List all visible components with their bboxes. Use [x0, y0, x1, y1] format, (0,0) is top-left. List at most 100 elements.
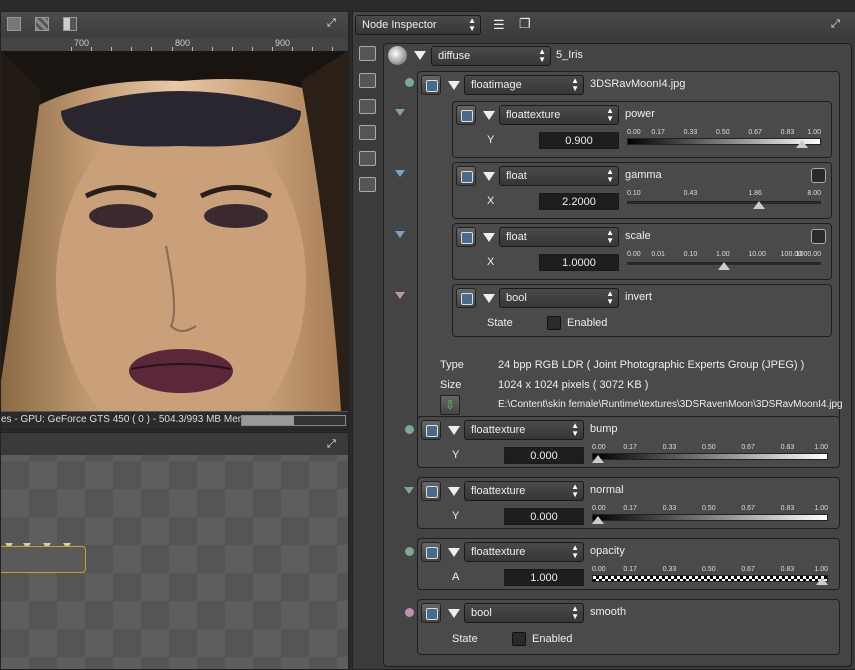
- power-value-input[interactable]: 0.900: [539, 132, 619, 149]
- float-node-icon[interactable]: [456, 227, 476, 247]
- texture-node-icon[interactable]: [456, 105, 476, 125]
- camera-icon[interactable]: [359, 73, 376, 88]
- bump-value-input[interactable]: 0.000: [504, 447, 584, 464]
- dropdown-arrows-icon: ▲ ▼: [606, 289, 614, 306]
- param-name: gamma: [625, 169, 662, 181]
- slider-thumb[interactable]: [795, 140, 808, 148]
- normal-slider[interactable]: 0.00 0.17 0.33 0.50 0.67 0.83 1.00: [592, 505, 828, 528]
- bool-node-icon[interactable]: [456, 288, 476, 308]
- param-type-dropdown[interactable]: float ▲ ▼: [499, 227, 619, 247]
- bump-slider[interactable]: 0.00 0.17 0.33 0.50 0.67 0.83 1.00: [592, 444, 828, 467]
- param-type-dropdown[interactable]: float ▲ ▼: [499, 166, 619, 186]
- slider-track[interactable]: [592, 514, 828, 521]
- collapse-arrow-icon[interactable]: [448, 426, 460, 435]
- input-connector-icon[interactable]: [395, 109, 405, 116]
- input-connector-dot[interactable]: [405, 547, 414, 556]
- enabled-label: Enabled: [532, 633, 573, 645]
- param-type-dropdown[interactable]: floattexture ▲ ▼: [464, 420, 584, 440]
- film-icon[interactable]: [359, 99, 376, 114]
- input-connector-dot[interactable]: [405, 78, 414, 87]
- input-connector-icon[interactable]: [395, 170, 405, 177]
- float-node-icon[interactable]: [456, 166, 476, 186]
- bool-node-icon[interactable]: [421, 603, 441, 623]
- slider-thumb[interactable]: [718, 262, 730, 270]
- render-image[interactable]: [1, 51, 348, 411]
- dropdown-arrows-icon: ▲ ▼: [606, 106, 614, 123]
- node-type-dropdown[interactable]: floatimage ▲ ▼: [464, 75, 584, 95]
- slider-tick-label: 1.00: [814, 505, 828, 512]
- smooth-checkbox[interactable]: [512, 632, 526, 646]
- param-type-dropdown[interactable]: floattexture ▲ ▼: [499, 105, 619, 125]
- slider-track[interactable]: [627, 138, 821, 145]
- texture-node-icon[interactable]: [421, 481, 441, 501]
- node-type-label: diffuse: [438, 50, 471, 62]
- input-connector-dot[interactable]: [405, 608, 414, 617]
- type-label: Type: [440, 359, 464, 371]
- memory-usage-bar: [241, 415, 346, 426]
- image-icon[interactable]: [359, 46, 376, 61]
- slider-thumb[interactable]: [592, 516, 604, 524]
- dropdown-arrows-icon: ▲ ▼: [571, 604, 579, 621]
- scale-param-group: float ▲ ▼ scale X 1.0000 0.00 0.01 0.10 1.00…: [452, 223, 832, 280]
- input-connector-icon[interactable]: [404, 487, 414, 494]
- texture-node-icon[interactable]: [421, 420, 441, 440]
- invert-checkbox[interactable]: [547, 316, 561, 330]
- param-type-dropdown[interactable]: floattexture ▲ ▼: [464, 542, 584, 562]
- checker-icon[interactable]: [35, 17, 49, 31]
- node-type-dropdown[interactable]: diffuse ▲ ▼: [431, 46, 551, 66]
- graph-node[interactable]: [1, 546, 86, 573]
- gamma-value-input[interactable]: 2.2000: [539, 193, 619, 210]
- input-connector-dot[interactable]: [405, 425, 414, 434]
- collapse-arrow-icon[interactable]: [448, 81, 460, 90]
- collapse-arrow-icon[interactable]: [448, 609, 460, 618]
- curve-icon[interactable]: [811, 229, 826, 244]
- collapse-arrow-icon[interactable]: [483, 294, 495, 303]
- axis-label: Y: [452, 449, 460, 461]
- slider-thumb[interactable]: [816, 577, 828, 585]
- curve-icon[interactable]: [811, 168, 826, 183]
- maximize-icon[interactable]: ⤢: [831, 18, 840, 31]
- copy-icon[interactable]: ❐: [519, 16, 531, 32]
- landscape-icon[interactable]: [359, 151, 376, 166]
- image-node-icon[interactable]: [421, 75, 441, 95]
- param-type-dropdown[interactable]: bool ▲ ▼: [499, 288, 619, 308]
- alpha-icon[interactable]: [63, 17, 77, 31]
- slider-track[interactable]: [592, 453, 828, 460]
- node-graph[interactable]: ⤢: [0, 432, 349, 670]
- input-connector-icon[interactable]: [395, 292, 405, 299]
- scale-value-input[interactable]: 1.0000: [539, 254, 619, 271]
- list-view-icon[interactable]: ☰: [493, 17, 505, 33]
- opacity-slider[interactable]: 0.00 0.17 0.33 0.50 0.67 0.83 1.00: [592, 566, 828, 589]
- slider-thumb[interactable]: [752, 201, 765, 209]
- normal-value-input[interactable]: 0.000: [504, 508, 584, 525]
- slider-track[interactable]: [592, 575, 828, 582]
- power-slider[interactable]: 0.00 0.17 0.33 0.50 0.67 0.83 1.00: [627, 129, 821, 152]
- collapse-arrow-icon[interactable]: [483, 233, 495, 242]
- dropdown-arrows-icon: ▲ ▼: [538, 47, 546, 64]
- param-type-dropdown[interactable]: floattexture ▲ ▼: [464, 481, 584, 501]
- maximize-icon[interactable]: ⤢: [327, 438, 336, 451]
- texture-icon[interactable]: [359, 177, 376, 192]
- slider-thumb[interactable]: [592, 455, 604, 463]
- collapse-arrow-icon[interactable]: [448, 487, 460, 496]
- input-connector-icon[interactable]: [395, 231, 405, 238]
- opacity-value-input[interactable]: 1.000: [504, 569, 584, 586]
- scale-slider[interactable]: 0.00 0.01 0.10 1.00 10.00 100.00 1000.00: [627, 251, 821, 274]
- database-icon[interactable]: [359, 125, 376, 140]
- viewport-toolbar: ⤢: [1, 12, 348, 38]
- collapse-arrow-icon[interactable]: [483, 111, 495, 120]
- gamma-slider[interactable]: 0.10 0.43 1.86 8.00: [627, 190, 821, 213]
- collapse-arrow-icon[interactable]: [414, 51, 426, 60]
- param-type-dropdown[interactable]: bool ▲ ▼: [464, 603, 584, 623]
- texture-node-icon[interactable]: [421, 542, 441, 562]
- inspector-mode-dropdown[interactable]: Node Inspector ▲ ▼: [355, 15, 481, 35]
- type-value: 24 bpp RGB LDR ( Joint Photographic Expe…: [498, 359, 805, 371]
- collapse-arrow-icon[interactable]: [483, 172, 495, 181]
- slider-track[interactable]: [627, 201, 821, 204]
- maximize-icon[interactable]: ⤢: [327, 17, 336, 30]
- slider-tick-label: 1.00: [807, 129, 821, 136]
- opacity-param-group: floattexture ▲ ▼ opacity A 1.000 0.00 0.17…: [417, 538, 840, 590]
- collapse-arrow-icon[interactable]: [448, 548, 460, 557]
- load-image-icon[interactable]: ⇩: [440, 395, 460, 415]
- grid-view-icon[interactable]: [7, 17, 21, 31]
